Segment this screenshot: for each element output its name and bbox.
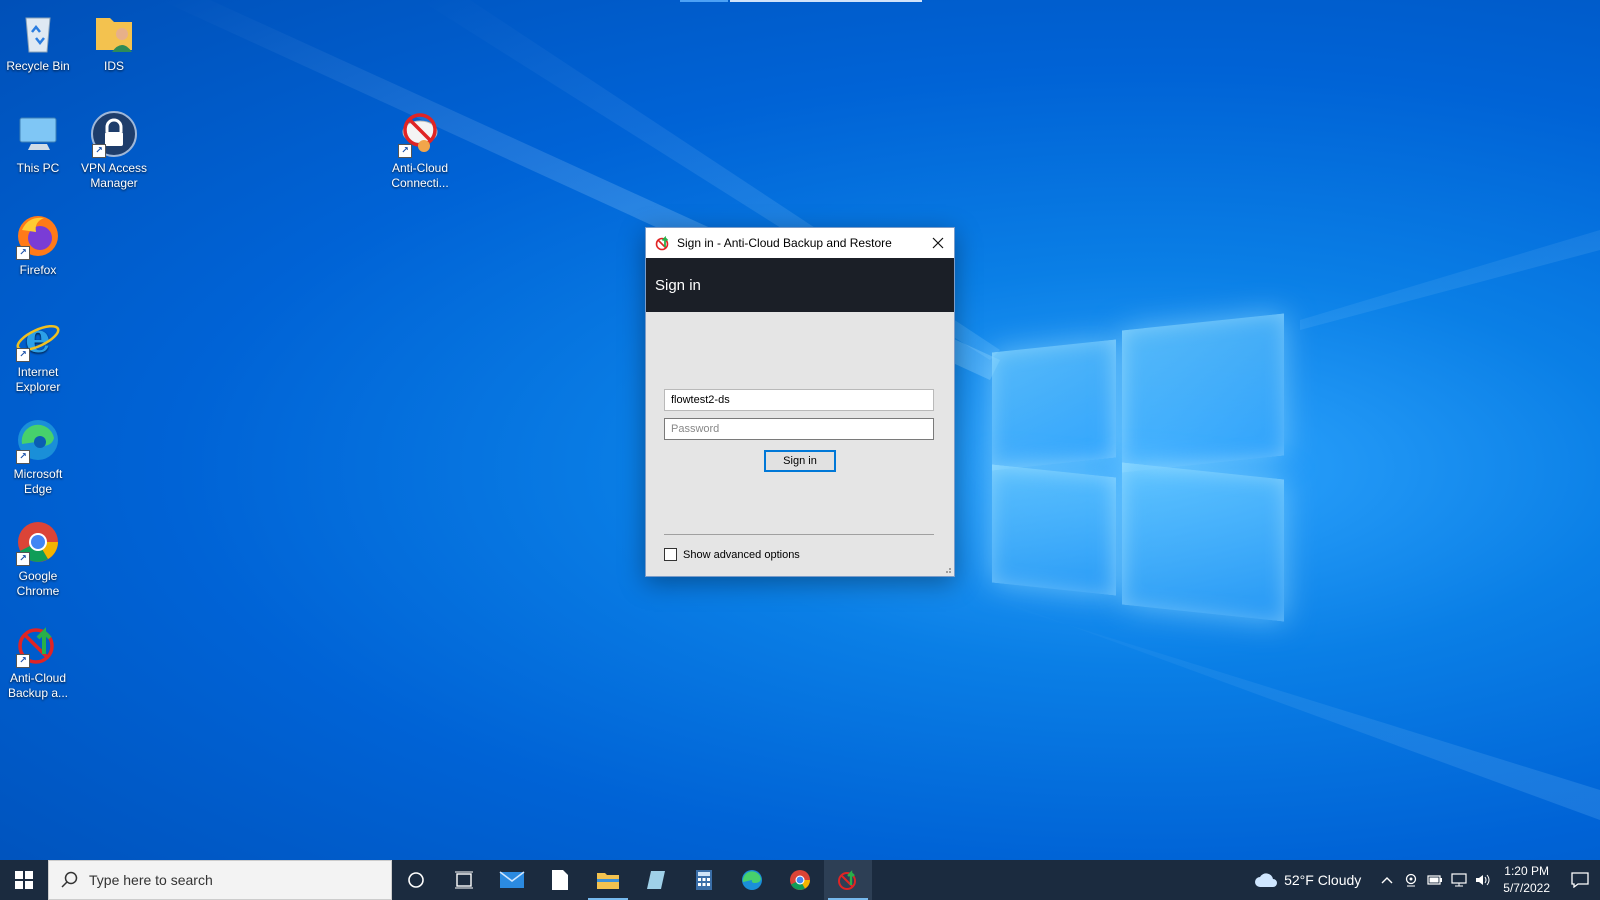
notification-icon (1571, 872, 1589, 888)
taskbar-file-explorer[interactable] (584, 860, 632, 900)
dialog-title: Sign in - Anti-Cloud Backup and Restore (677, 236, 892, 250)
advanced-options-label: Show advanced options (683, 548, 800, 561)
signin-dialog: Sign in - Anti-Cloud Backup and Restore … (645, 227, 955, 577)
taskbar-calculator[interactable] (680, 860, 728, 900)
advanced-options-checkbox[interactable] (664, 548, 677, 561)
document-icon (552, 870, 568, 890)
windows-icon (15, 871, 33, 889)
anti-cloud-connection-icon: ↗ (396, 110, 444, 158)
desktop-icon-label: IDS (103, 59, 124, 73)
taskbar: Type here to search 52°F Cloudy 1:20 PM … (0, 860, 1600, 900)
desktop-icon-label: Recycle Bin (6, 59, 70, 73)
desktop-icon-label: This PC (16, 161, 60, 175)
dialog-body: Sign in Show advanced options (646, 312, 954, 576)
firefox-icon: ↗ (14, 212, 62, 260)
desktop-icon-anti-cloud-connection[interactable]: ↗ Anti-Cloud Connecti... (382, 110, 458, 191)
system-tray: 52°F Cloudy 1:20 PM 5/7/2022 (1254, 860, 1600, 900)
window-edge-hint (730, 0, 922, 2)
task-view-icon (455, 871, 473, 889)
tray-network[interactable] (1449, 860, 1469, 900)
weather-text: 52°F Cloudy (1284, 872, 1362, 888)
action-center-button[interactable] (1560, 860, 1600, 900)
password-field[interactable] (664, 418, 934, 440)
dialog-titlebar[interactable]: Sign in - Anti-Cloud Backup and Restore (646, 228, 954, 258)
desktop-icon-label: Firefox (19, 263, 57, 277)
internet-explorer-icon: e ↗ (14, 314, 62, 362)
calculator-icon (696, 870, 712, 890)
network-icon (1451, 873, 1467, 887)
username-field[interactable] (664, 389, 934, 411)
app-icon (647, 871, 665, 889)
desktop-icon-label: VPN Access Manager (80, 161, 148, 190)
desktop-icon-recycle-bin[interactable]: Recycle Bin (0, 8, 76, 74)
taskbar-chrome[interactable] (776, 860, 824, 900)
desktop-icon-google-chrome[interactable]: ↗ Google Chrome (0, 518, 76, 599)
desktop-icon-vpn-access-manager[interactable]: ↗ VPN Access Manager (76, 110, 152, 191)
dialog-heading: Sign in (655, 276, 701, 294)
window-edge-hint (680, 0, 728, 2)
search-placeholder: Type here to search (89, 872, 213, 888)
webcam-icon (1406, 873, 1417, 887)
desktop-icon-microsoft-edge[interactable]: ↗ Microsoft Edge (0, 416, 76, 497)
task-view-button[interactable] (440, 860, 488, 900)
divider (664, 534, 934, 535)
show-hidden-icons-button[interactable] (1377, 860, 1397, 900)
computer-icon (14, 110, 62, 158)
lock-icon: ↗ (90, 110, 138, 158)
cloud-icon (1255, 873, 1278, 887)
chrome-icon: ↗ (14, 518, 62, 566)
resize-grip-icon[interactable] (942, 564, 952, 574)
close-icon (932, 237, 944, 249)
taskbar-mail[interactable] (488, 860, 536, 900)
clock[interactable]: 1:20 PM 5/7/2022 (1503, 863, 1550, 897)
close-button[interactable] (922, 228, 954, 258)
taskbar-anti-cloud-backup[interactable] (824, 860, 872, 900)
desktop-icon-label: Microsoft Edge (13, 467, 63, 496)
desktop-icon-label: Google Chrome (16, 569, 60, 598)
chrome-icon (790, 870, 810, 890)
clock-date: 5/7/2022 (1503, 881, 1550, 895)
clock-time: 1:20 PM (1504, 864, 1549, 878)
recycle-bin-icon (14, 8, 62, 56)
cortana-button[interactable] (392, 860, 440, 900)
folder-icon (597, 873, 619, 889)
desktop-icon-firefox[interactable]: ↗ Firefox (0, 212, 76, 278)
desktop-icon-anti-cloud-backup[interactable]: ↗ Anti-Cloud Backup a... (0, 620, 76, 701)
signin-button[interactable]: Sign in (764, 450, 836, 472)
anti-cloud-backup-icon (838, 870, 856, 890)
edge-icon: ↗ (14, 416, 62, 464)
taskbar-edge[interactable] (728, 860, 776, 900)
dialog-header: Sign in (646, 258, 954, 312)
desktop-icon-label: Internet Explorer (15, 365, 61, 394)
taskbar-app-1[interactable] (632, 860, 680, 900)
user-folder-icon (90, 8, 138, 56)
windows-logo-wallpaper (992, 313, 1288, 622)
edge-icon (742, 870, 762, 890)
tray-battery[interactable] (1425, 860, 1445, 900)
taskbar-search-box[interactable]: Type here to search (48, 860, 392, 900)
cortana-icon (408, 872, 424, 888)
advanced-options-toggle[interactable]: Show advanced options (664, 548, 800, 561)
desktop-icon-label: Anti-Cloud Backup a... (7, 671, 69, 700)
desktop-icon-label: Anti-Cloud Connecti... (391, 161, 449, 190)
speaker-icon (1476, 874, 1490, 886)
weather-widget[interactable]: 52°F Cloudy (1254, 871, 1361, 889)
start-button[interactable] (0, 860, 48, 900)
desktop-icon-internet-explorer[interactable]: e ↗ Internet Explorer (0, 314, 76, 395)
battery-icon (1427, 875, 1443, 885)
mail-icon (499, 871, 525, 888)
desktop-icon-this-pc[interactable]: This PC (0, 110, 76, 176)
taskbar-notepad[interactable] (536, 860, 584, 900)
tray-volume[interactable] (1473, 860, 1493, 900)
chevron-up-icon (1381, 877, 1393, 884)
anti-cloud-backup-icon (655, 235, 669, 251)
tray-camera[interactable] (1401, 860, 1421, 900)
anti-cloud-backup-icon: ↗ (14, 620, 62, 668)
search-icon (61, 871, 78, 888)
desktop-icon-ids[interactable]: IDS (76, 8, 152, 74)
